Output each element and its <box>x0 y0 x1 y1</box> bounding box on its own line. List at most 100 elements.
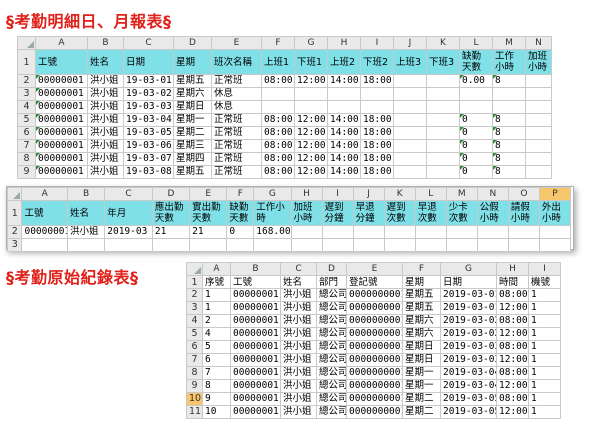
header-cell[interactable]: 應出勤天數 <box>151 200 191 226</box>
cell[interactable]: 星期日 <box>402 340 441 354</box>
column-header-f[interactable]: F <box>226 187 255 201</box>
cell[interactable] <box>327 100 361 114</box>
cell[interactable]: 總公司 <box>316 353 347 367</box>
column-header-n[interactable]: N <box>525 36 552 50</box>
cell[interactable]: 洪小姐 <box>280 366 317 380</box>
column-header-c[interactable]: C <box>280 262 317 276</box>
cell[interactable]: 19-03-03 <box>123 100 174 114</box>
cell[interactable] <box>426 126 460 140</box>
header-cell[interactable]: 公假小時 <box>476 200 509 226</box>
column-header-m[interactable]: M <box>492 36 526 50</box>
header-cell[interactable]: 請假小時 <box>507 200 540 226</box>
cell[interactable]: 12:00 <box>496 379 529 393</box>
header-cell[interactable]: 上班3 <box>393 49 427 75</box>
cell[interactable]: 00000001 <box>35 139 88 153</box>
cell[interactable] <box>445 225 478 239</box>
cell[interactable]: 總公司 <box>316 314 347 328</box>
header-cell[interactable]: 年月 <box>104 200 153 226</box>
cell[interactable]: 12:00 <box>294 152 328 166</box>
cell[interactable]: 19-03-07 <box>123 152 174 166</box>
row-number[interactable]: 7 <box>186 353 203 367</box>
header-cell[interactable]: 時間 <box>496 275 529 289</box>
row-number[interactable]: 8 <box>186 366 203 380</box>
column-header-c[interactable]: C <box>104 187 153 201</box>
header-cell[interactable]: 加班小時 <box>525 49 552 75</box>
cell[interactable]: 8 <box>492 74 526 88</box>
header-cell[interactable]: 部門 <box>316 275 347 289</box>
cell[interactable]: 168.00 <box>253 225 292 239</box>
cell[interactable]: 08:00 <box>496 366 529 380</box>
cell[interactable] <box>393 113 427 127</box>
cell[interactable]: 8 <box>202 379 231 393</box>
row-number[interactable]: 2 <box>6 225 23 239</box>
cell[interactable] <box>393 100 427 114</box>
column-header-j[interactable]: J <box>393 36 427 50</box>
cell[interactable]: 2019-03-02 <box>440 327 497 341</box>
cell[interactable] <box>393 152 427 166</box>
cell[interactable] <box>261 100 295 114</box>
column-header-a[interactable]: A <box>21 187 69 201</box>
cell[interactable]: 1 <box>528 301 561 315</box>
cell[interactable] <box>525 74 552 88</box>
cell[interactable]: 洪小姐 <box>87 87 124 101</box>
cell[interactable]: 12:00 <box>294 74 328 88</box>
cell[interactable]: 14:00 <box>327 165 361 179</box>
cell[interactable]: 洪小姐 <box>87 100 124 114</box>
column-header-a[interactable]: A <box>35 36 88 50</box>
cell[interactable]: 0000000001 <box>346 353 403 367</box>
cell[interactable]: 正常班 <box>211 113 262 127</box>
column-header-g[interactable]: G <box>253 187 292 201</box>
cell[interactable]: 0 <box>226 225 255 239</box>
cell[interactable]: 4 <box>202 327 231 341</box>
row-number[interactable]: 3 <box>17 87 36 101</box>
header-cell[interactable]: 少卡次數 <box>445 200 478 226</box>
column-header-p[interactable]: P <box>538 187 572 201</box>
cell[interactable]: 8 <box>492 113 526 127</box>
column-header-j[interactable]: J <box>352 187 385 201</box>
column-header-k[interactable]: K <box>426 36 460 50</box>
cell[interactable] <box>360 87 394 101</box>
header-cell[interactable]: 工號 <box>230 275 281 289</box>
cell[interactable]: 00000001 <box>230 314 281 328</box>
cell[interactable] <box>426 74 460 88</box>
cell[interactable]: 1 <box>528 353 561 367</box>
cell[interactable] <box>383 225 416 239</box>
cell[interactable]: 星期一 <box>402 379 441 393</box>
cell[interactable]: 14:00 <box>327 74 361 88</box>
column-header-i[interactable]: I <box>321 187 354 201</box>
cell[interactable]: 00000001 <box>35 126 88 140</box>
cell[interactable]: 洪小姐 <box>280 379 317 393</box>
cell[interactable] <box>414 225 447 239</box>
cell[interactable]: 08:00 <box>496 392 529 406</box>
cell[interactable]: 00000001 <box>230 392 281 406</box>
cell[interactable]: 00000001 <box>35 152 88 166</box>
cell[interactable]: 星期五 <box>402 288 441 302</box>
cell[interactable] <box>538 238 572 252</box>
cell[interactable]: 星期五 <box>402 301 441 315</box>
row-number[interactable]: 8 <box>17 152 36 166</box>
cell[interactable]: 1 <box>202 288 231 302</box>
header-cell[interactable]: 遲到分鐘 <box>321 200 354 226</box>
cell[interactable]: 星期五 <box>173 165 212 179</box>
cell[interactable]: 1 <box>528 327 561 341</box>
header-cell[interactable]: 工號 <box>21 200 69 226</box>
row-number[interactable]: 2 <box>17 74 36 88</box>
cell[interactable]: 18:00 <box>360 113 394 127</box>
row-number[interactable]: 1 <box>186 275 203 289</box>
cell[interactable]: 總公司 <box>316 405 347 419</box>
header-cell[interactable]: 實出勤天數 <box>189 200 228 226</box>
cell[interactable]: 0000000001 <box>346 301 403 315</box>
cell[interactable]: 08:00 <box>261 74 295 88</box>
column-header-h[interactable]: H <box>290 187 323 201</box>
column-header-h[interactable]: H <box>496 262 529 276</box>
cell[interactable]: 星期六 <box>402 327 441 341</box>
cell[interactable]: 00000001 <box>35 87 88 101</box>
cell[interactable]: 星期二 <box>402 392 441 406</box>
cell[interactable]: 1 <box>528 405 561 419</box>
cell[interactable]: 14:00 <box>327 152 361 166</box>
row-number[interactable]: 9 <box>186 379 203 393</box>
header-cell[interactable]: 下班1 <box>294 49 328 75</box>
cell[interactable] <box>393 165 427 179</box>
header-cell[interactable]: 缺勤天數 <box>459 49 493 75</box>
cell[interactable]: 2019-03-03 <box>440 340 497 354</box>
